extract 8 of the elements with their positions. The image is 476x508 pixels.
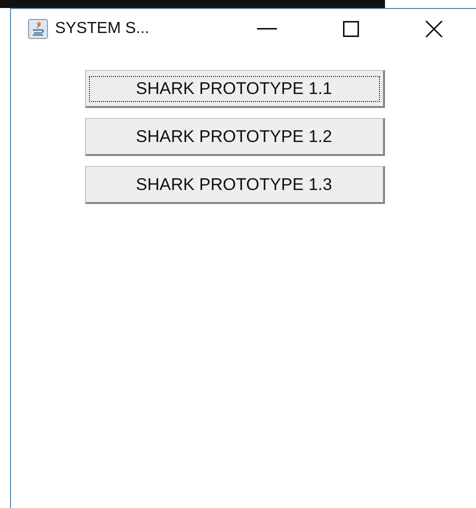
prototype-button[interactable]: SHARK PROTOTYPE 1.3 (84, 166, 384, 204)
java-cup-icon (28, 19, 48, 39)
minimize-icon[interactable] (257, 28, 277, 30)
prototype-button[interactable]: SHARK PROTOTYPE 1.2 (84, 118, 384, 156)
maximize-icon[interactable] (343, 21, 359, 37)
close-icon[interactable] (425, 20, 443, 38)
prototype-button[interactable]: SHARK PROTOTYPE 1.1 (84, 70, 384, 108)
window-title: SYSTEM S... (55, 20, 150, 38)
